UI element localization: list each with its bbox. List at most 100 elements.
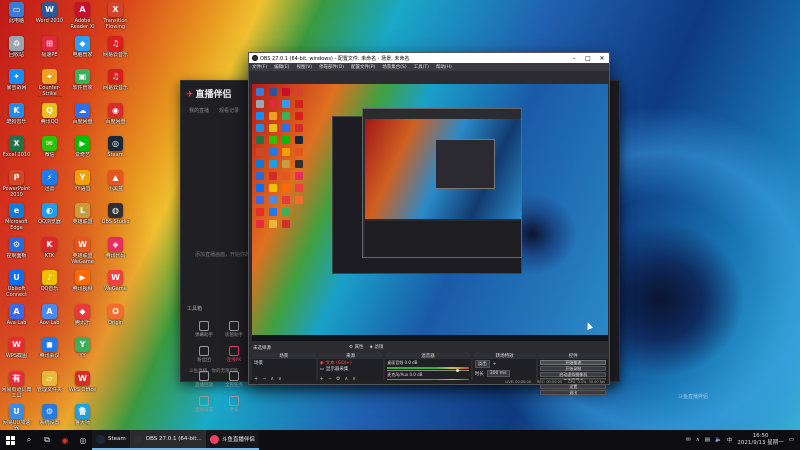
desktop-icon[interactable]: A Adobe Reader XI <box>67 2 98 35</box>
taskbar-app[interactable]: 斗鱼直播伴侣 <box>205 430 259 450</box>
obs-preview[interactable] <box>252 84 608 341</box>
desktop-icon[interactable]: 有网易有道词典 工具 <box>1 370 32 404</box>
desktop-icon[interactable]: L 英雄联盟 <box>67 203 98 236</box>
tool-item[interactable]: 直播设置 <box>189 396 219 413</box>
control-button[interactable]: 开始推流 <box>540 360 607 365</box>
desktop-icon[interactable]: ♫ 网易云音乐 <box>100 69 131 102</box>
desktop-icon[interactable]: Y YY <box>67 337 98 370</box>
close-icon[interactable]: ✕ <box>595 55 609 62</box>
desktop-icon[interactable]: ♻ 回收站 <box>1 35 32 69</box>
obs-titlebar[interactable]: OBS 27.0.1 (64-bit, windows) - 配置文件: 未命名… <box>249 53 609 63</box>
tab-history[interactable]: 观看记录 <box>219 107 239 114</box>
menu-item[interactable]: 场景集合(S) <box>382 64 406 70</box>
menu-item[interactable]: 工具(T) <box>414 64 429 70</box>
desktop-icon[interactable]: ◎ Steam <box>100 136 131 169</box>
desktop-icon[interactable]: ⊞ 极速PE <box>34 35 65 69</box>
desktop-icon[interactable]: ◉ 百度网盘 <box>100 102 131 136</box>
maximize-icon[interactable]: □ <box>581 55 595 62</box>
menu-item[interactable]: 编辑(E) <box>274 64 289 70</box>
desktop-icon[interactable]: ⚙ 控制面板 <box>1 236 32 270</box>
netease-music-taskbar-icon[interactable]: ◉ <box>56 430 74 450</box>
desktop-icon[interactable]: O Origin <box>100 303 131 337</box>
desktop-icon[interactable]: W Word 2010 <box>34 2 65 35</box>
desktop-icon[interactable]: A Aov Lab <box>34 303 65 337</box>
desktop-icon[interactable]: P PowerPoint 2010 <box>1 169 32 203</box>
start-button[interactable] <box>0 430 20 450</box>
desktop-icon[interactable]: ◆ 腾讯乐 <box>67 303 98 337</box>
source-item-display[interactable]: ▭ 显示器采集 <box>320 366 382 373</box>
desktop-icon[interactable]: ◆ 电脑管家 <box>67 35 98 69</box>
transition-select[interactable]: 淡出 <box>474 360 490 368</box>
desktop-icon[interactable]: Q 腾讯QQ <box>34 102 65 136</box>
desktop-icon[interactable]: ▲ 小黑盒 <box>100 169 131 203</box>
wechat-tray-icon[interactable]: ✉ <box>686 437 691 443</box>
tab-my-live[interactable]: 我的直播 <box>189 107 209 114</box>
desktop-icon[interactable]: ♪ QQ音乐 <box>34 270 65 303</box>
properties-button[interactable]: ⚙ 属性 <box>349 344 363 350</box>
duration-input[interactable]: 300 ms <box>486 370 510 377</box>
control-button[interactable]: 启动虚拟摄像机 <box>540 372 607 377</box>
task-view-icon[interactable]: ⧉ <box>38 430 56 450</box>
desktop-icon[interactable]: K KTK <box>34 236 65 270</box>
notification-icon[interactable]: ▭ <box>789 437 794 443</box>
desktop-icon[interactable]: ✦ 暴雪战网 <box>1 69 32 102</box>
add-icon[interactable]: + <box>493 362 497 367</box>
desktop-icon[interactable]: e Microsoft Edge <box>1 203 32 236</box>
desktop-icon[interactable]: ▱ 管理文件夹 <box>34 370 65 404</box>
desktop-icon[interactable]: Y YY语音 <box>67 169 98 203</box>
desktop-icon[interactable]: ▶ 腾讯视频 <box>67 270 98 303</box>
menu-item[interactable]: 配置文件(P) <box>351 64 375 70</box>
control-button[interactable]: 开始录制 <box>540 366 607 371</box>
music-icon: ♫ <box>108 35 123 51</box>
app-icon: A <box>42 303 57 319</box>
taskbar-app[interactable]: OBS 27.0.1 (64-bit... <box>129 430 206 450</box>
desktop-icon[interactable]: K 酷狗音乐 <box>1 102 32 136</box>
menu-item[interactable]: 视图(V) <box>296 64 312 70</box>
tool-item[interactable]: 房管助手 <box>219 321 249 338</box>
desktop-icon[interactable]: ▭ 此电脑 <box>1 2 32 35</box>
desktop-icon[interactable]: ▣ 软件管家 <box>67 69 98 102</box>
desktop-icon[interactable]: ◈ 腾讯代码 <box>100 236 131 270</box>
steam-taskbar-icon[interactable]: ◎ <box>74 430 92 450</box>
desktop-icon[interactable]: W WeGame <box>100 270 131 303</box>
desktop-icon[interactable]: X Transition Flowing <box>100 2 131 35</box>
menu-item[interactable]: 文件(F) <box>252 64 267 70</box>
desktop-icon[interactable]: ◍ OBS Studio <box>100 203 131 236</box>
desktop-icon[interactable]: ☁ 百度网盘 <box>67 102 98 136</box>
tool-item[interactable]: 弹幕助手 <box>189 321 219 338</box>
desktop-icon[interactable]: ⌖Counter-Strike Global Off <box>34 69 65 102</box>
volume-slider[interactable] <box>387 369 469 372</box>
input-method-indicator[interactable]: 中 <box>727 436 733 444</box>
control-button[interactable]: 退出 <box>540 390 607 395</box>
obs-window[interactable]: OBS 27.0.1 (64-bit, windows) - 配置文件: 未命名… <box>248 52 610 395</box>
tool-item[interactable]: 连线PK <box>219 346 249 363</box>
tool-label: 粉丝团 <box>197 358 211 363</box>
control-button[interactable]: 设置 <box>540 384 607 389</box>
desktop-icon[interactable]: U Ubisoft Connect <box>1 270 32 303</box>
volume-icon[interactable]: 🔈 <box>715 437 722 443</box>
desktop-icon[interactable]: ◼ 腾讯会议 <box>34 337 65 370</box>
filters-button[interactable]: ◈ 滤镜 <box>369 344 383 350</box>
minimize-icon[interactable]: – <box>567 55 581 62</box>
search-icon[interactable]: ⌕ <box>20 430 38 450</box>
desktop-icon[interactable]: ◐ QQ浏览器 <box>34 203 65 236</box>
desktop-icon[interactable]: ▶ 爱奇艺 <box>67 136 98 169</box>
desktop-icon[interactable]: W WPS Office <box>67 370 98 404</box>
taskbar-app[interactable]: Steam <box>92 430 130 450</box>
chevron-up-icon[interactable]: ∧ <box>696 437 700 443</box>
clock[interactable]: 16:50 2021/9/13 星期一 <box>737 433 783 447</box>
eye-icon[interactable]: ◉ <box>320 361 324 366</box>
tool-item[interactable]: 更多 <box>219 396 249 413</box>
scene-item[interactable]: 场景 <box>254 360 314 366</box>
desktop-icon[interactable]: ♫ 网易云音乐 <box>100 35 131 69</box>
desktop-icon[interactable]: ⚡ 迅雷 <box>34 169 65 203</box>
desktop-icon[interactable]: X Excel 2010 <box>1 136 32 169</box>
desktop-icon[interactable]: W 英雄联盟 WeGame <box>67 236 98 270</box>
tool-item[interactable]: 粉丝团 <box>189 346 219 363</box>
desktop-icon[interactable]: W WPS截图 <box>1 337 32 370</box>
network-icon[interactable]: ▤ <box>705 437 710 443</box>
desktop-icon[interactable]: ✉ 微信 <box>34 136 65 169</box>
desktop-icon[interactable]: A Ava Lab <box>1 303 32 337</box>
menu-item[interactable]: 帮助(H) <box>436 64 452 70</box>
menu-item[interactable]: 停靠部件(D) <box>319 64 344 70</box>
